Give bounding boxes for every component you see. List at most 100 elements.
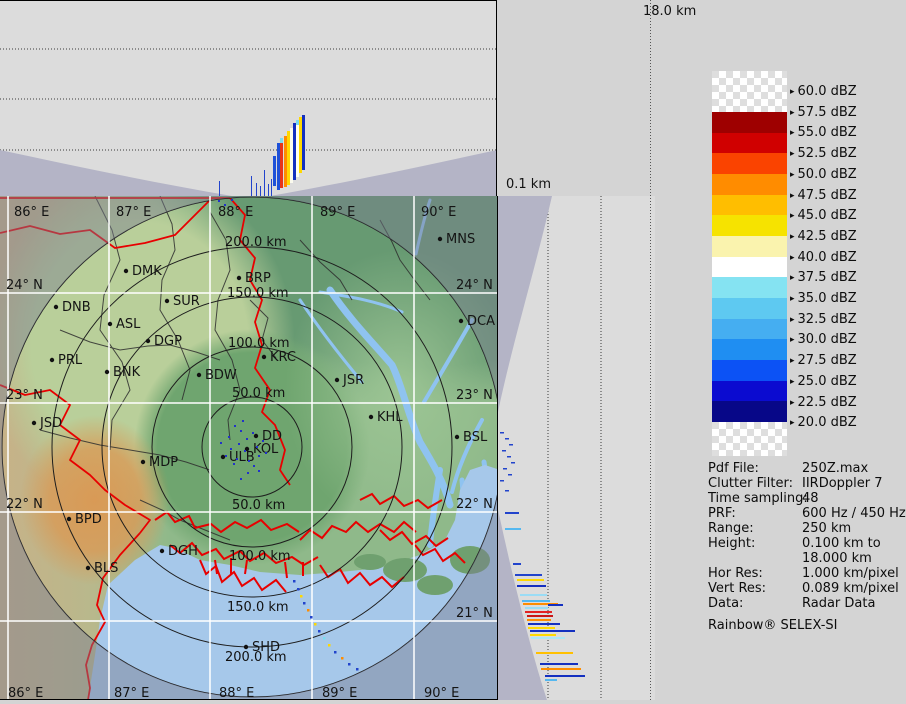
city-dot [32,421,36,425]
echo-profile-bar [264,170,265,196]
tick-arrow-icon: ▸ [790,149,795,159]
metadata-label: Time sampling: [708,491,802,506]
tick-arrow-icon: ▸ [790,170,795,180]
metadata-label: Vert Res: [708,581,802,596]
city-label: ULB [229,450,255,465]
echo-profile-bar [260,186,261,196]
echo-pixel [252,432,254,434]
echo-pixel [246,438,248,440]
dbz-swatch [712,257,787,277]
echo-pixel [240,430,242,432]
dbz-swatch [712,339,787,360]
echo-pixel [248,460,250,462]
dbz-level-label: ▸35.0 dBZ [790,291,857,306]
echo-pixel [253,465,255,467]
metadata-row: Data:Radar Data [708,596,906,611]
latitude-label: 22° N [456,497,493,512]
city-label: BSL [463,430,488,445]
tick-arrow-icon: ▸ [790,315,795,325]
echo-speckle [505,438,509,440]
dbz-level-label: ▸37.5 dBZ [790,270,857,285]
city-dot [438,237,442,241]
city-label: KOL [253,442,279,457]
echo-profile-bar [284,136,287,187]
echo-pixel [341,657,344,660]
echo-pixel [231,199,233,201]
dbz-level-label: ▸30.0 dBZ [790,332,857,347]
echo-profile-bar [548,604,563,606]
dbz-level-label: ▸57.5 dBZ [790,105,857,120]
city-dot [165,299,169,303]
beam-envelope-top [497,196,552,412]
tick-arrow-icon: ▸ [790,418,795,428]
echo-pixel [262,440,264,442]
metadata-value: 18.000 km [802,551,872,566]
longitude-label: 87° E [116,205,151,220]
min-height-label: 0.1 km [506,177,551,192]
echo-pixel [224,204,226,206]
metadata-label: Range: [708,521,802,536]
dbz-swatch [712,71,787,112]
city-label: BLS [94,561,118,576]
tick-arrow-icon: ▸ [790,294,795,304]
range-ring-label: 150.0 km [227,600,289,615]
city-dot [455,435,459,439]
dbz-colorbar [712,71,787,456]
dbz-swatch [712,153,787,174]
city-label: MNS [446,232,475,247]
longitude-label: 90° E [421,205,456,220]
echo-pixel [293,580,296,583]
max-height-label: 18.0 km [643,4,696,19]
right-height-profile-panel [497,196,655,700]
echo-profile-bar [287,131,290,185]
metadata-row: PRF:600 Hz / 450 Hz [708,506,906,521]
top-profile-plot [0,0,497,196]
echo-pixel [244,450,246,452]
metadata-value: 1.000 km/pixel [802,566,899,581]
radar-map: 86° E87° E88° E89° E90° E86° E87° E88° E… [0,196,500,700]
city-label: BPD [75,512,102,527]
echo-pixel [256,446,258,448]
dbz-swatch [712,215,787,236]
longitude-label: 88° E [218,205,253,220]
city-label: DGH [168,544,198,559]
echo-profile-bar [256,183,257,196]
dbz-level-label: ▸32.5 dBZ [790,312,857,327]
city-label: DMK [132,264,162,279]
echo-profile-bar [530,630,575,632]
tick-arrow-icon: ▸ [790,232,795,242]
dbz-level-label: ▸25.0 dBZ [790,374,857,389]
software-credit: Rainbow® SELEX-SI [708,618,906,633]
echo-profile-bar [513,563,521,565]
dbz-swatch [712,401,787,422]
echo-pixel [310,616,313,619]
echo-pixel [236,458,238,460]
echo-pixel [265,452,267,454]
dbz-swatch [712,112,787,133]
dbz-level-label: ▸40.0 dBZ [790,250,857,265]
range-ring-label: 50.0 km [232,386,285,401]
metadata-row: 18.000 km [708,551,906,566]
radar-map-panel: 86° E87° E88° E89° E90° E86° E87° E88° E… [0,196,500,700]
range-ring-label: 100.0 km [229,549,291,564]
echo-speckle [500,480,504,482]
range-ring-label: 50.0 km [232,498,285,513]
echo-speckle [500,432,504,434]
echo-pixel [238,443,240,445]
city-dot [108,322,112,326]
longitude-label: 89° E [320,205,355,220]
metadata-label: PRF: [708,506,802,521]
city-dot [50,358,54,362]
echo-profile-bar [520,594,547,596]
echo-profile-bar [293,123,296,180]
dbz-level-label: ▸55.0 dBZ [790,125,857,140]
echo-pixel [242,420,244,422]
echo-profile-bar [290,128,293,183]
tick-arrow-icon: ▸ [790,398,795,408]
echo-profile-bar [527,615,553,617]
city-dot [124,269,128,273]
metadata-row: Time sampling:48 [708,491,906,506]
echo-speckle [509,444,513,446]
echo-profile-bar [277,143,280,190]
echo-speckle [502,450,506,452]
